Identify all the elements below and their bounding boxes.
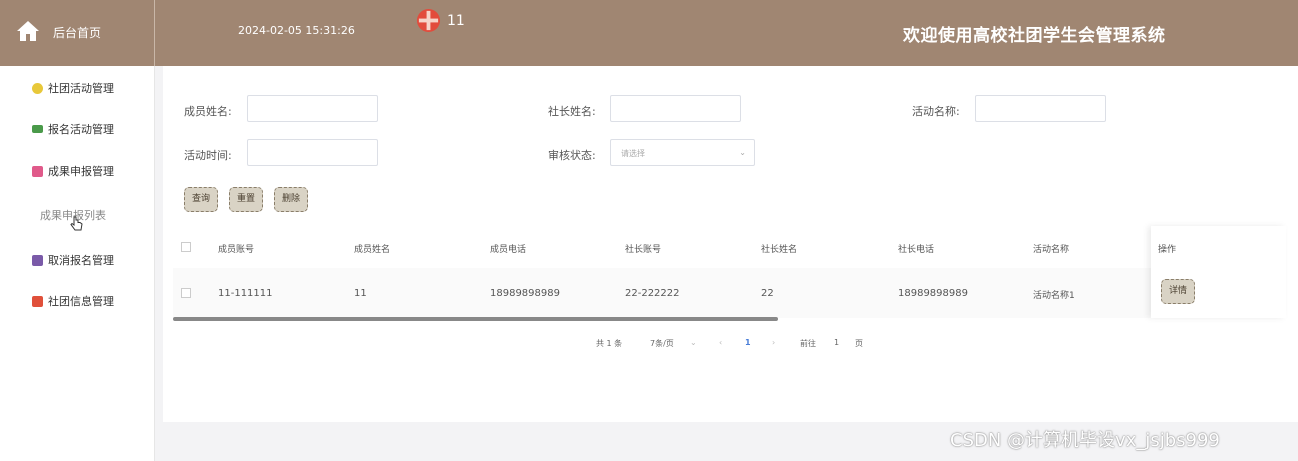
sidebar-item-cancel-signup[interactable]: 取消报名管理 xyxy=(32,250,114,270)
review-status-label: 审核状态: xyxy=(548,149,596,162)
home-label: 后台首页 xyxy=(53,26,102,40)
current-page-number[interactable]: 1 xyxy=(745,338,751,347)
member-name-input[interactable] xyxy=(247,95,378,122)
watermark: CSDN @计算机毕设vx_jsjbs999 xyxy=(950,430,1220,451)
horizontal-scrollbar[interactable] xyxy=(173,317,778,321)
activity-time-label: 活动时间: xyxy=(184,149,232,162)
member-phone-cell: 18989898989 xyxy=(490,288,560,299)
delete-button[interactable]: 删除 xyxy=(274,187,308,212)
sidebar-item-label: 社团信息管理 xyxy=(48,295,114,308)
sidebar-item-signup-activity[interactable]: 报名活动管理 xyxy=(32,119,114,139)
avatar-icon[interactable] xyxy=(416,8,441,33)
sidebar-item-label: 报名活动管理 xyxy=(48,123,114,136)
activity-time-input[interactable] xyxy=(247,139,378,166)
activity-name-cell: 活动名称1 xyxy=(1033,291,1075,301)
monitor-icon xyxy=(32,125,43,133)
leader-name-input[interactable] xyxy=(610,95,741,122)
goto-page-input[interactable]: 1 xyxy=(834,338,839,347)
sidebar-item-label: 取消报名管理 xyxy=(48,254,114,267)
home-icon xyxy=(17,21,39,41)
home-link[interactable]: 后台首页 xyxy=(0,0,155,66)
column-header: 成员电话 xyxy=(490,245,527,255)
select-all-checkbox[interactable] xyxy=(181,242,191,252)
pagination-total: 共 1 条 xyxy=(596,339,623,348)
column-header: 社长电话 xyxy=(898,245,935,255)
review-status-placeholder: 请选择 xyxy=(621,149,645,158)
sidebar-item-label: 社团活动管理 xyxy=(48,82,114,95)
actions-column: 操作 详情 xyxy=(1151,226,1286,318)
member-name-cell: 11 xyxy=(354,288,367,299)
leader-name-label: 社长姓名: xyxy=(548,105,596,118)
member-name-label: 成员姓名: xyxy=(184,105,232,118)
column-header: 成员姓名 xyxy=(354,245,391,255)
sidebar: 社团活动管理 报名活动管理 成果申报管理 成果申报列表 取消报名管理 社团信息管… xyxy=(0,66,155,461)
activity-name-input[interactable] xyxy=(975,95,1106,122)
table-row: 11-111111 11 18989898989 22-222222 22 18… xyxy=(173,268,1286,318)
chevron-down-icon: ⌄ xyxy=(739,148,746,157)
system-title: 欢迎使用高校社团学生会管理系统 xyxy=(903,26,1166,46)
detail-button[interactable]: 详情 xyxy=(1161,279,1195,304)
query-button[interactable]: 查询 xyxy=(184,187,218,212)
current-datetime: 2024-02-05 15:31:26 xyxy=(238,24,355,37)
column-header: 社长账号 xyxy=(625,245,662,255)
page-unit-label: 页 xyxy=(855,339,863,348)
grid-icon xyxy=(32,295,43,307)
hand-cursor-icon xyxy=(70,216,83,231)
sidebar-item-club-info[interactable]: 社团信息管理 xyxy=(32,291,114,311)
leader-name-cell: 22 xyxy=(761,288,774,299)
activity-name-label: 活动名称: xyxy=(912,105,960,118)
document-icon xyxy=(32,165,43,177)
sidebar-item-achievement[interactable]: 成果申报管理 xyxy=(32,161,114,181)
column-header: 操作 xyxy=(1158,245,1177,255)
column-header: 活动名称 xyxy=(1033,245,1070,255)
stack-icon xyxy=(32,254,43,266)
main-panel: 成员姓名: 社长姓名: 活动名称: 活动时间: 审核状态: 请选择 ⌄ 查询 重… xyxy=(163,66,1298,422)
badge-icon xyxy=(32,82,43,94)
table-header-row: 成员账号 成员姓名 成员电话 社长账号 社长姓名 社长电话 活动名称 xyxy=(173,226,1286,269)
user-name[interactable]: 11 xyxy=(447,13,465,29)
top-header: 后台首页 2024-02-05 15:31:26 11 欢迎使用高校社团学生会管… xyxy=(0,0,1298,66)
chevron-down-icon[interactable]: ⌄ xyxy=(690,338,697,347)
column-header: 社长姓名 xyxy=(761,245,798,255)
goto-label: 前往 xyxy=(800,339,816,348)
page-size-select[interactable]: 7条/页 xyxy=(650,338,674,349)
sidebar-item-label: 成果申报管理 xyxy=(48,165,114,178)
column-header: 成员账号 xyxy=(218,245,255,255)
reset-button[interactable]: 重置 xyxy=(229,187,263,212)
sidebar-item-club-activity[interactable]: 社团活动管理 xyxy=(32,78,114,98)
prev-page-icon[interactable]: ‹ xyxy=(719,338,722,347)
member-account-cell: 11-111111 xyxy=(218,288,273,299)
review-status-select[interactable]: 请选择 ⌄ xyxy=(610,139,755,166)
leader-phone-cell: 18989898989 xyxy=(898,288,968,299)
row-checkbox[interactable] xyxy=(181,288,191,298)
next-page-icon[interactable]: › xyxy=(772,338,775,347)
leader-account-cell: 22-222222 xyxy=(625,288,680,299)
